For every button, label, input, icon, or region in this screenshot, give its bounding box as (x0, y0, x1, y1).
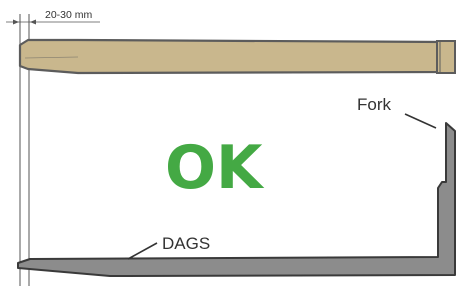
dags-leader-line (127, 242, 158, 260)
status-ok-text: OK (165, 133, 265, 203)
diagram-svg: 20-30 mm Fork DAGS OK (6, 9, 456, 286)
dimension-label: 20-30 mm (45, 9, 93, 21)
diagram-canvas: 20-30 mm Fork DAGS OK (0, 0, 457, 286)
fork-label: Fork (357, 95, 392, 114)
fork-leader-line (404, 113, 437, 129)
dags-label: DAGS (162, 234, 210, 253)
fork-shape (18, 38, 456, 75)
